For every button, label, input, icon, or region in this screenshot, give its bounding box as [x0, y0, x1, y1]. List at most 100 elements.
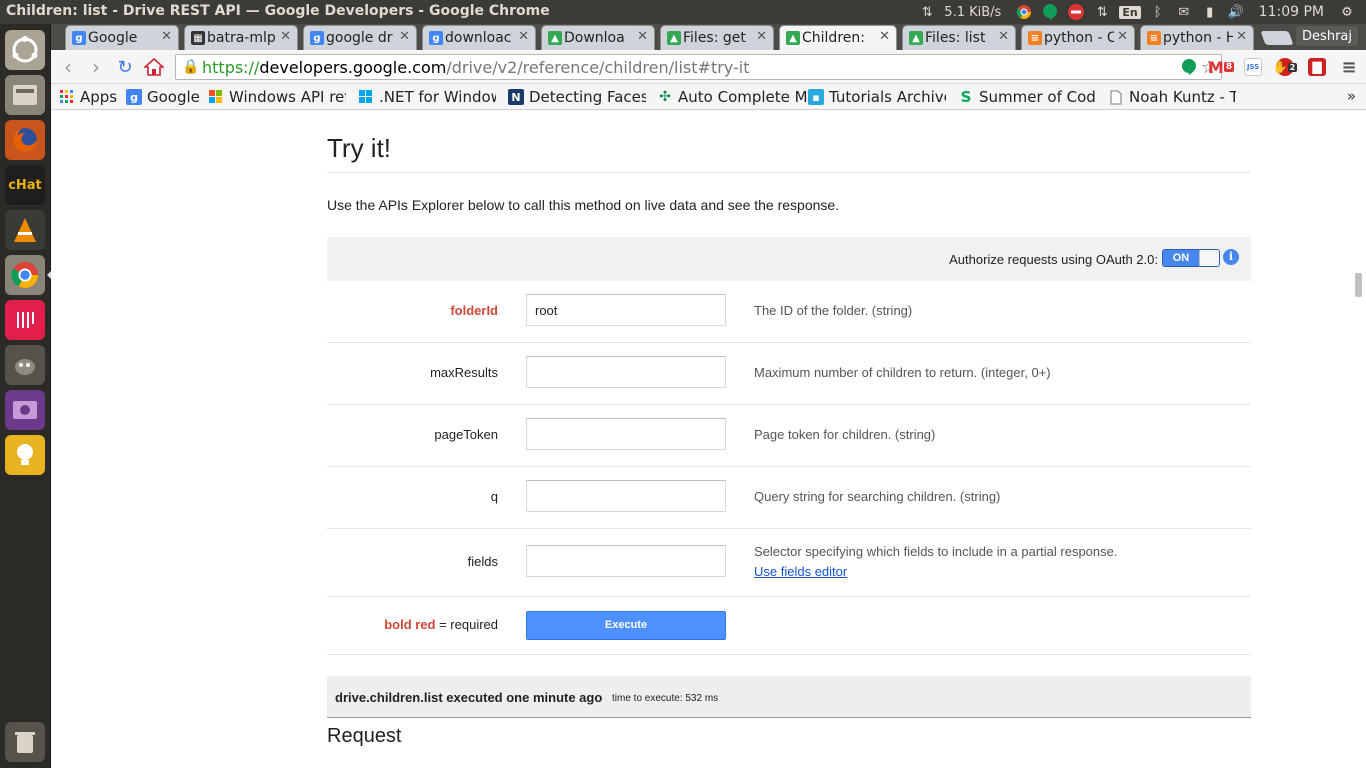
close-icon[interactable]: ✕ [1236, 29, 1247, 44]
address-bar[interactable]: 🔒 https://developers.google.com/drive/v2… [175, 54, 1222, 80]
param-row-q: q Query string for searching children. (… [327, 467, 1251, 529]
bookmark-summer-of-code[interactable]: S Summer of Code/ [958, 88, 1096, 106]
chat-app-icon[interactable]: cHat [5, 165, 45, 205]
hangouts-icon[interactable] [1041, 3, 1059, 21]
fields-input[interactable] [526, 545, 726, 577]
q-input[interactable] [526, 480, 726, 512]
bookmarks-overflow-button[interactable]: » [1347, 87, 1356, 105]
reload-icon[interactable]: ↻ [114, 56, 136, 78]
firefox-icon[interactable] [5, 120, 45, 160]
launcher: cHat [0, 24, 51, 768]
forward-icon[interactable]: › [85, 55, 107, 79]
bookmark-google[interactable]: g Google [126, 88, 202, 106]
files-icon[interactable] [5, 75, 45, 115]
execute-button[interactable]: Execute [526, 611, 726, 640]
close-icon[interactable]: ✕ [998, 29, 1009, 44]
pagetoken-input[interactable] [526, 418, 726, 450]
result-bar: drive.children.list executed one minute … [327, 676, 1251, 718]
close-icon[interactable]: ✕ [161, 29, 172, 44]
drive-icon: ▲ [786, 31, 800, 45]
hangouts-extension-icon[interactable] [1180, 58, 1198, 76]
param-description: Maximum number of children to return. (i… [754, 365, 1051, 380]
fields-editor-link[interactable]: Use fields editor [754, 564, 847, 579]
divider [327, 172, 1251, 173]
maxresults-input[interactable] [526, 356, 726, 388]
home-icon[interactable] [143, 56, 165, 78]
clock[interactable]: 11:09 PM [1259, 4, 1324, 20]
close-icon[interactable]: ✕ [280, 29, 291, 44]
tab-downloads[interactable]: ▲ Downloa ✕ [541, 25, 655, 50]
ubuntu-dash-icon[interactable] [5, 30, 45, 70]
adblock-extension-icon[interactable]: ✋ 2 [1273, 58, 1298, 76]
battery-icon[interactable]: ▮ [1201, 3, 1219, 21]
volume-icon[interactable]: 🔊 [1227, 3, 1245, 21]
bookmark-dotnet[interactable]: .NET for Window [358, 88, 496, 106]
no-entry-icon[interactable] [1067, 3, 1085, 21]
mail-icon[interactable]: ✉ [1175, 3, 1193, 21]
drive-icon: ▲ [548, 31, 562, 45]
back-icon[interactable]: ‹ [57, 55, 79, 79]
tab-children-list[interactable]: ▲ Children: ✕ [779, 25, 897, 50]
power-gear-icon[interactable]: ⚙ [1338, 3, 1356, 21]
tab-batra[interactable]: ▦ batra-mlp ✕ [184, 25, 298, 50]
close-icon[interactable]: ✕ [879, 29, 890, 44]
oauth-toggle[interactable]: ON [1162, 249, 1220, 267]
network-transfer-icon[interactable]: ⇅ [918, 3, 936, 21]
execute-row: bold red = required Execute [327, 597, 1251, 655]
trash-icon[interactable] [5, 722, 45, 762]
info-icon[interactable]: i [1223, 249, 1239, 265]
tab-python-h[interactable]: ≡ python - H ✕ [1140, 25, 1254, 50]
tab-google[interactable]: g Google ✕ [65, 25, 179, 50]
gimp-icon[interactable] [5, 345, 45, 385]
bookmark-apps[interactable]: Apps [59, 88, 121, 106]
tab-files-get[interactable]: ▲ Files: get ✕ [660, 25, 774, 50]
music-app-icon[interactable] [5, 300, 45, 340]
param-label: fields [467, 554, 498, 569]
bookmark-noah-kuntz[interactable]: Noah Kuntz - Tuto [1108, 88, 1236, 106]
bookmark-detecting-faces[interactable]: N Detecting Faces c [508, 88, 646, 106]
folderid-input[interactable] [526, 294, 726, 326]
page-icon [1108, 89, 1124, 105]
jss-extension-icon[interactable]: JSS [1244, 58, 1262, 76]
close-icon[interactable]: ✕ [1117, 29, 1128, 44]
tab-google-drive-search[interactable]: g google dr ✕ [303, 25, 417, 50]
chrome-menu-icon[interactable]: ≡ [1340, 57, 1358, 78]
oauth-toggle-state: ON [1163, 250, 1199, 266]
tab-download-search[interactable]: g downloac ✕ [422, 25, 536, 50]
tab-python-c[interactable]: ≡ python - C ✕ [1021, 25, 1135, 50]
google-icon: g [429, 31, 443, 45]
close-icon[interactable]: ✕ [637, 29, 648, 44]
stackoverflow-icon: ≡ [1147, 31, 1161, 45]
chrome-icon[interactable] [5, 255, 45, 295]
gmail-extension-icon[interactable]: M8 [1208, 58, 1235, 77]
param-description: Selector specifying which fields to incl… [754, 544, 1118, 559]
window-title: Children: list - Drive REST API — Google… [6, 3, 550, 19]
request-heading: Request [327, 725, 402, 747]
red-extension-icon[interactable]: ▇ [1308, 58, 1326, 76]
bookmark-tutorials-archive[interactable]: ▪ Tutorials Archive [808, 88, 946, 106]
close-icon[interactable]: ✕ [399, 29, 410, 44]
auth-bar: Authorize requests using OAuth 2.0: ON i [327, 237, 1251, 281]
profile-button[interactable]: Deshraj [1296, 26, 1358, 46]
bookmark-windows-api[interactable]: Windows API refe [208, 88, 346, 106]
bookmark-auto-complete[interactable]: ✣ Auto Complete M [657, 88, 825, 106]
video-app-icon[interactable] [5, 390, 45, 430]
sync-transfer-icon[interactable]: ⇅ [1093, 3, 1111, 21]
close-icon[interactable]: ✕ [518, 29, 529, 44]
tab-files-list[interactable]: ▲ Files: list ✕ [902, 25, 1016, 50]
n-icon: N [508, 89, 524, 105]
param-description: The ID of the folder. (string) [754, 303, 913, 318]
param-row-fields: fields Selector specifying which fields … [327, 529, 1251, 597]
drive-icon: ▲ [667, 31, 681, 45]
net-speed: 5.1 KiB/s [944, 4, 1002, 20]
chrome-tray-icon[interactable] [1015, 3, 1033, 21]
new-tab-button[interactable] [1260, 31, 1294, 45]
bluetooth-icon[interactable]: ᛒ [1149, 3, 1167, 21]
bulb-icon[interactable] [5, 435, 45, 475]
scrollbar-thumb[interactable] [1355, 273, 1362, 297]
close-icon[interactable]: ✕ [756, 29, 767, 44]
keyboard-layout-indicator[interactable]: En [1119, 5, 1141, 19]
lock-icon: 🔒 [182, 59, 200, 75]
vlc-icon[interactable] [5, 210, 45, 250]
result-status: drive.children.list executed one minute … [335, 690, 603, 705]
